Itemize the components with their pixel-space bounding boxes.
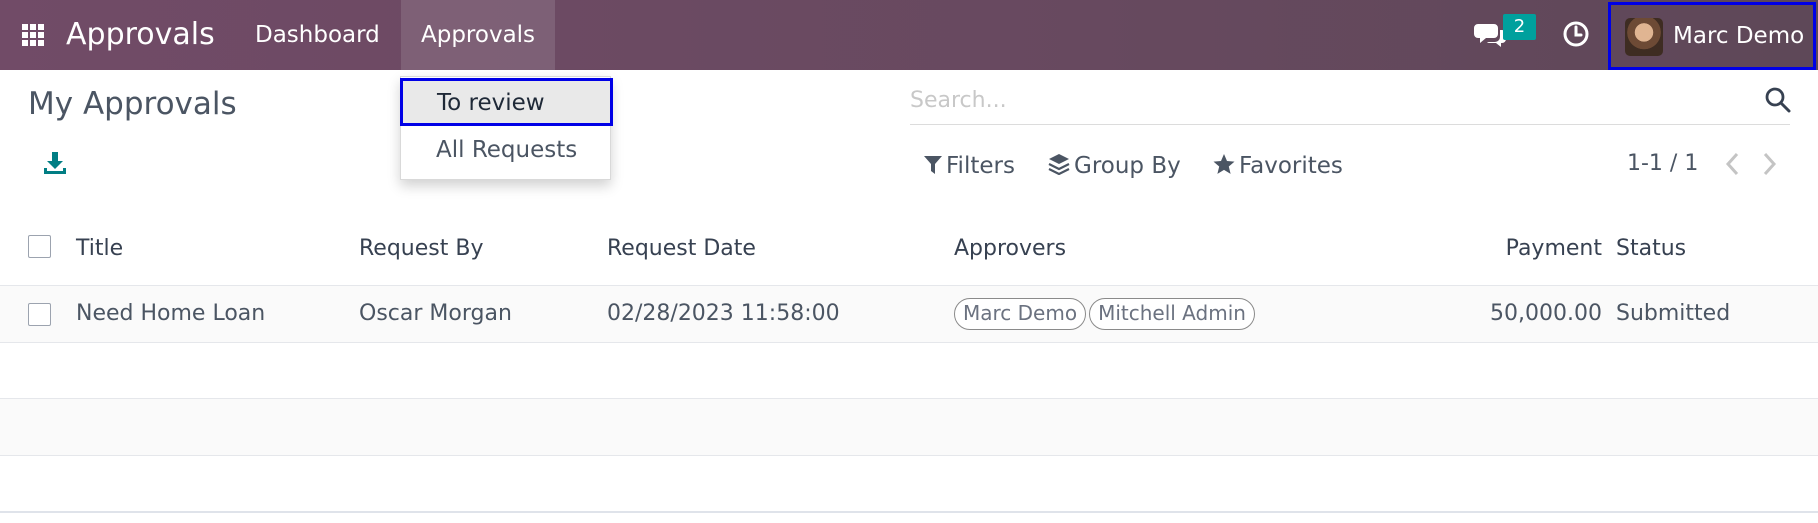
user-name: Marc Demo: [1673, 23, 1805, 49]
menu-item-all-requests[interactable]: All Requests: [401, 128, 610, 172]
page-title: My Approvals: [28, 86, 237, 122]
search-bar: [910, 80, 1792, 125]
column-header-status[interactable]: Status: [1616, 233, 1686, 265]
favorites-label: Favorites: [1239, 153, 1343, 179]
empty-row: [0, 399, 1818, 456]
empty-row: [0, 456, 1818, 513]
user-menu[interactable]: Marc Demo: [1608, 2, 1816, 70]
cell-status: Submitted: [1616, 301, 1731, 326]
menu-dashboard[interactable]: Dashboard: [235, 0, 400, 70]
column-header-approvers[interactable]: Approvers: [954, 233, 1066, 265]
favorites-button[interactable]: Favorites: [1213, 148, 1343, 184]
cell-request-date: 02/28/2023 11:58:00: [607, 301, 840, 326]
search-input[interactable]: [910, 80, 1730, 120]
clock-icon[interactable]: [1561, 19, 1591, 49]
table-header: Title Request By Request Date Approvers …: [0, 218, 1818, 286]
app-title[interactable]: Approvals: [66, 15, 215, 55]
table-row[interactable]: Need Home Loan Oscar Morgan 02/28/2023 1…: [0, 286, 1818, 343]
cell-title: Need Home Loan: [76, 301, 266, 326]
empty-row: [0, 343, 1818, 399]
star-icon: [1213, 154, 1235, 174]
approvals-dropdown-menu: To review All Requests: [400, 76, 613, 180]
pager-value[interactable]: 1-1 / 1: [1627, 148, 1698, 180]
app-grid-icon[interactable]: [22, 24, 44, 46]
menu-approvals[interactable]: Approvals: [401, 0, 556, 70]
row-checkbox[interactable]: [28, 303, 51, 326]
group-by-label: Group By: [1074, 153, 1181, 179]
approver-tag: Mitchell Admin: [1089, 298, 1255, 330]
column-header-request-date[interactable]: Request Date: [607, 233, 756, 265]
approver-tag: Marc Demo: [954, 298, 1087, 330]
menu-item-to-review[interactable]: To review: [400, 78, 613, 126]
filter-icon: [924, 156, 942, 174]
chat-badge: 2: [1503, 14, 1536, 40]
group-by-button[interactable]: Group By: [1048, 148, 1181, 184]
cell-request-by: Oscar Morgan: [359, 301, 512, 326]
cell-payment: 50,000.00: [1490, 301, 1602, 326]
search-icon[interactable]: [1764, 86, 1792, 114]
chevron-right-icon[interactable]: [1758, 150, 1780, 178]
select-all-checkbox[interactable]: [28, 235, 51, 258]
column-header-title[interactable]: Title: [76, 233, 123, 265]
filters-button[interactable]: Filters: [924, 148, 1015, 184]
download-icon[interactable]: [42, 150, 68, 176]
chevron-left-icon[interactable]: [1722, 150, 1744, 178]
top-navbar: Approvals Dashboard Approvals 2 Marc Dem…: [0, 0, 1818, 70]
filters-label: Filters: [946, 153, 1015, 179]
column-header-payment[interactable]: Payment: [1506, 233, 1602, 265]
layers-icon: [1048, 154, 1070, 176]
avatar: [1625, 18, 1663, 56]
cell-approvers: Marc Demo Mitchell Admin: [954, 298, 1258, 330]
column-header-request-by[interactable]: Request By: [359, 233, 483, 265]
